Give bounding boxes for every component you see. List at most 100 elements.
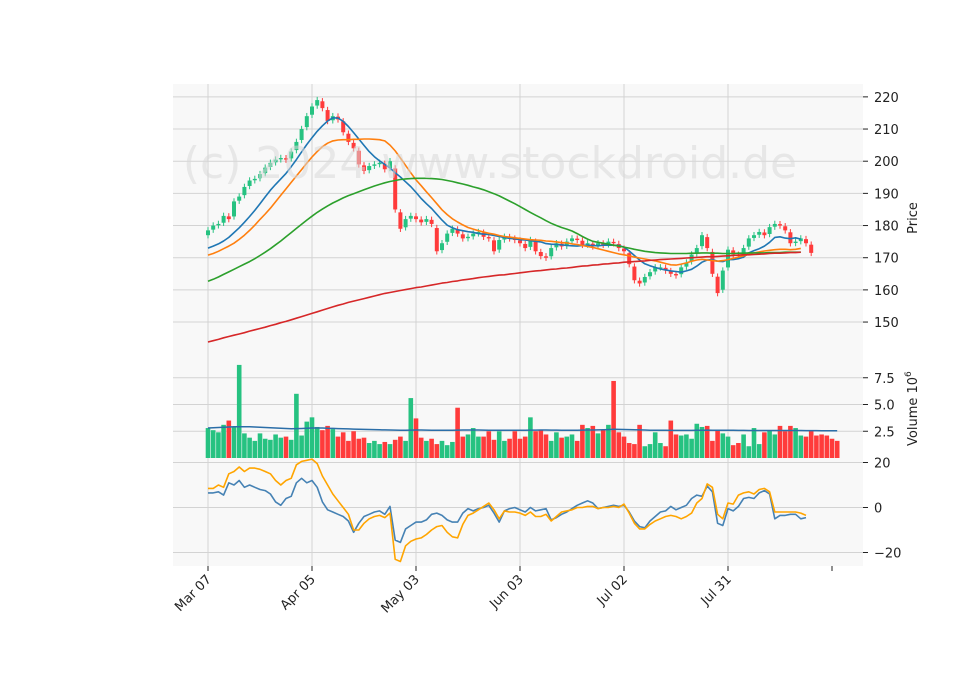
- candle-body: [398, 212, 403, 229]
- volume-bar: [268, 439, 273, 458]
- volume-bar: [819, 434, 824, 458]
- volume-bar: [512, 431, 518, 458]
- volume-bar: [288, 439, 294, 458]
- volume-label-text: Volume: [906, 394, 921, 446]
- candle-body: [216, 223, 221, 226]
- volume-bar: [309, 417, 315, 458]
- candle-body: [440, 243, 444, 251]
- volume-label-unit: 10: [906, 377, 921, 394]
- candle-body: [580, 240, 585, 245]
- volume-bar: [632, 444, 637, 458]
- candle-body: [720, 270, 725, 290]
- candle-body: [767, 227, 772, 234]
- oscillator-panel: −20 0 20: [173, 457, 901, 566]
- volume-bar: [387, 444, 393, 458]
- volume-bar: [642, 446, 648, 458]
- volume-ytick-label: 5.0: [874, 399, 895, 414]
- volume-bar: [730, 445, 736, 458]
- candle-body: [757, 231, 762, 235]
- candle-body: [466, 236, 470, 239]
- candle-body: [804, 239, 808, 244]
- watermark: (c) 2024 www.stockdroid.de: [183, 138, 797, 189]
- volume-bar: [294, 393, 299, 458]
- candle-body: [575, 238, 580, 241]
- volume-bar: [689, 438, 694, 458]
- candle-body: [211, 225, 216, 230]
- volume-bar: [476, 436, 481, 458]
- candle-body: [674, 274, 678, 276]
- candle-body: [637, 280, 642, 284]
- price-ytick-label: 150: [874, 316, 899, 331]
- volume-bar: [252, 440, 258, 458]
- volume-bar: [335, 436, 341, 458]
- price-ytick-label: 210: [874, 123, 899, 138]
- volume-bar: [808, 430, 814, 458]
- candle-body: [544, 256, 548, 258]
- volume-bar: [663, 446, 668, 458]
- volume-bar: [543, 434, 549, 458]
- candle-body: [492, 240, 496, 252]
- volume-bar: [236, 364, 242, 458]
- volume-bar: [554, 432, 559, 458]
- candle-body: [632, 266, 637, 281]
- volume-bar: [502, 440, 507, 458]
- volume-bar: [351, 431, 356, 458]
- oscillator-ytick-label: −20: [874, 547, 901, 562]
- candle-body: [419, 219, 424, 223]
- volume-bar: [346, 440, 351, 458]
- volume-panel: 2.5 5.0 7.5 Volume 106: [173, 351, 921, 458]
- volume-bar: [829, 438, 835, 458]
- volume-bar: [595, 433, 601, 458]
- candle-body: [408, 215, 413, 219]
- volume-bar: [429, 438, 434, 458]
- volume-bar: [736, 443, 741, 458]
- volume-bar: [611, 380, 616, 458]
- volume-bar: [242, 433, 247, 458]
- volume-bar: [460, 436, 466, 458]
- volume-bar: [418, 437, 424, 458]
- volume-bar: [507, 438, 512, 458]
- volume-bar: [762, 432, 767, 458]
- volume-bar: [569, 434, 575, 458]
- volume-bar: [325, 425, 330, 458]
- volume-bar: [574, 440, 580, 458]
- volume-bar: [715, 430, 720, 458]
- candle-body: [304, 116, 309, 128]
- volume-bar: [320, 430, 325, 458]
- volume-bar: [278, 437, 284, 458]
- candle-body: [783, 226, 788, 231]
- candle-body: [403, 219, 408, 228]
- volume-bar: [366, 443, 372, 458]
- candle-body: [642, 277, 647, 283]
- candle-body: [793, 241, 798, 243]
- volume-bar: [803, 436, 809, 458]
- volume-bar: [304, 421, 310, 458]
- price-ytick-label: 160: [874, 284, 899, 299]
- price-panel-bg: [173, 84, 863, 351]
- candle-body: [648, 272, 652, 277]
- volume-bar: [548, 440, 554, 458]
- volume-bar: [361, 437, 367, 458]
- volume-bar: [538, 430, 544, 458]
- volume-bar: [782, 431, 788, 458]
- candle-body: [679, 267, 684, 275]
- candle-body: [710, 251, 715, 274]
- candle-body: [762, 232, 767, 236]
- volume-bar: [408, 398, 414, 458]
- candle-body: [486, 237, 491, 239]
- volume-bar: [403, 440, 408, 458]
- candle-body: [206, 230, 210, 236]
- candle-body: [310, 106, 314, 115]
- volume-bar: [621, 436, 627, 458]
- volume-bar: [226, 420, 232, 458]
- volume-bar: [340, 432, 346, 458]
- volume-bar: [424, 440, 429, 458]
- volume-ytick-label: 7.5: [874, 372, 895, 387]
- volume-bar: [439, 440, 445, 458]
- volume-bar: [798, 435, 804, 458]
- volume-bar: [585, 428, 590, 458]
- volume-bar: [517, 438, 523, 458]
- candle-body: [414, 216, 418, 220]
- volume-bar: [814, 435, 819, 458]
- volume-bar: [330, 429, 336, 458]
